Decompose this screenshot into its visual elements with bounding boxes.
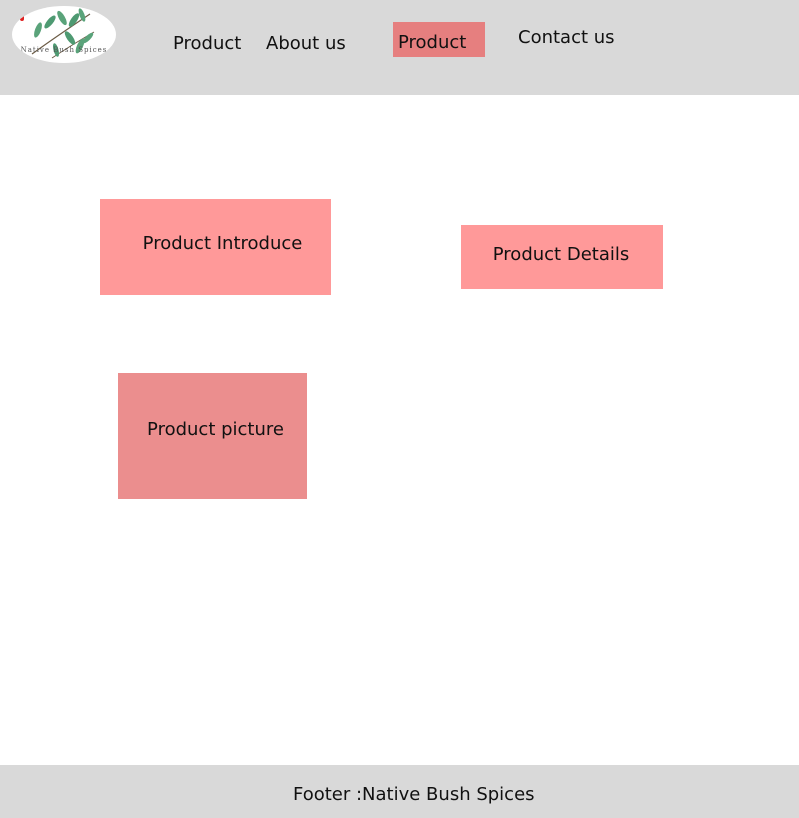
product-picture-block: Product picture xyxy=(118,373,307,499)
nav-product-active-label: Product xyxy=(398,32,467,53)
leaf-branch-icon xyxy=(20,8,95,59)
product-details-label: Product Details xyxy=(492,244,630,265)
footer-text: Footer :Native Bush Spices xyxy=(293,784,535,805)
logo[interactable]: Native Bush Spices xyxy=(12,6,116,63)
product-introduce-label: Product Introduce xyxy=(142,233,303,254)
nav-product-active[interactable]: Product xyxy=(393,22,485,57)
nav-contact-us[interactable]: Contact us xyxy=(518,27,615,49)
product-introduce-block[interactable]: Product Introduce xyxy=(100,199,331,295)
nav-about-us[interactable]: About us xyxy=(266,33,346,55)
header: Native Bush Spices Product About us Prod… xyxy=(0,0,799,95)
footer: Footer :Native Bush Spices xyxy=(0,765,799,818)
product-picture-label: Product picture xyxy=(147,419,284,440)
logo-text: Native Bush Spices xyxy=(20,46,108,54)
product-details-block[interactable]: Product Details xyxy=(461,225,663,289)
nav-product[interactable]: Product xyxy=(173,33,241,55)
